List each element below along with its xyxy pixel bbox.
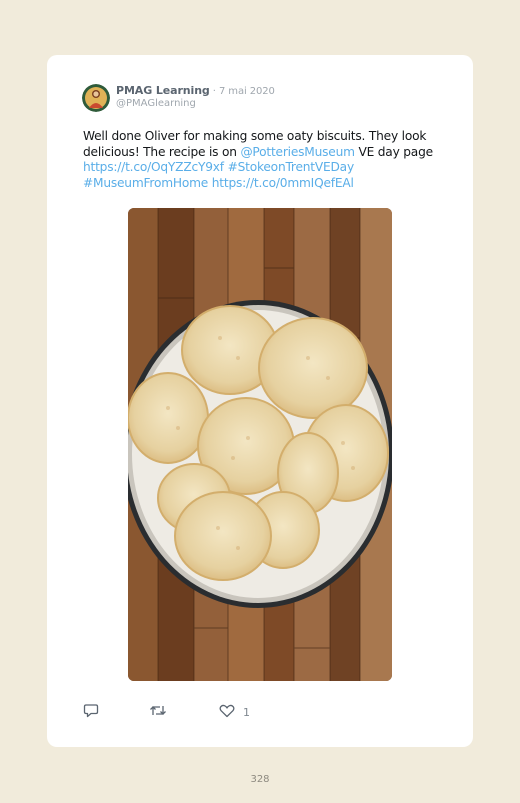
hashtag-link[interactable]: #StokeonTrentVEDay — [228, 160, 355, 174]
hashtag-link[interactable]: #MuseumFromHome — [83, 176, 208, 190]
tweet-text: Well done Oliver for making some oaty bi… — [83, 129, 453, 191]
author-handle[interactable]: @PMAGlearning — [116, 98, 196, 109]
avatar[interactable] — [82, 84, 110, 112]
tweet-card: PMAG Learning · 7 mai 2020 @PMAGlearning… — [47, 55, 473, 747]
heart-icon — [219, 703, 235, 722]
tweet-actions: 1 — [83, 703, 283, 719]
tweet-text-part: VE day page — [354, 144, 433, 159]
retweet-button[interactable] — [149, 703, 167, 722]
author-line: PMAG Learning · 7 mai 2020 — [116, 84, 275, 97]
reply-button[interactable] — [83, 703, 99, 722]
page-number: 328 — [250, 774, 270, 785]
like-button[interactable]: 1 — [219, 703, 250, 722]
url-link[interactable]: https://t.co/0mmIQefEAl — [212, 176, 354, 190]
url-link[interactable]: https://t.co/OqYZZcY9xf — [83, 160, 224, 174]
retweet-icon — [149, 703, 167, 722]
tweet-photo[interactable] — [128, 208, 392, 681]
date-separator: · — [209, 86, 219, 97]
mention-link[interactable]: @PotteriesMuseum — [240, 145, 355, 159]
author-name[interactable]: PMAG Learning — [116, 84, 210, 97]
tweet-date[interactable]: 7 mai 2020 — [219, 86, 275, 97]
reply-icon — [83, 703, 99, 722]
like-count: 1 — [243, 706, 250, 719]
